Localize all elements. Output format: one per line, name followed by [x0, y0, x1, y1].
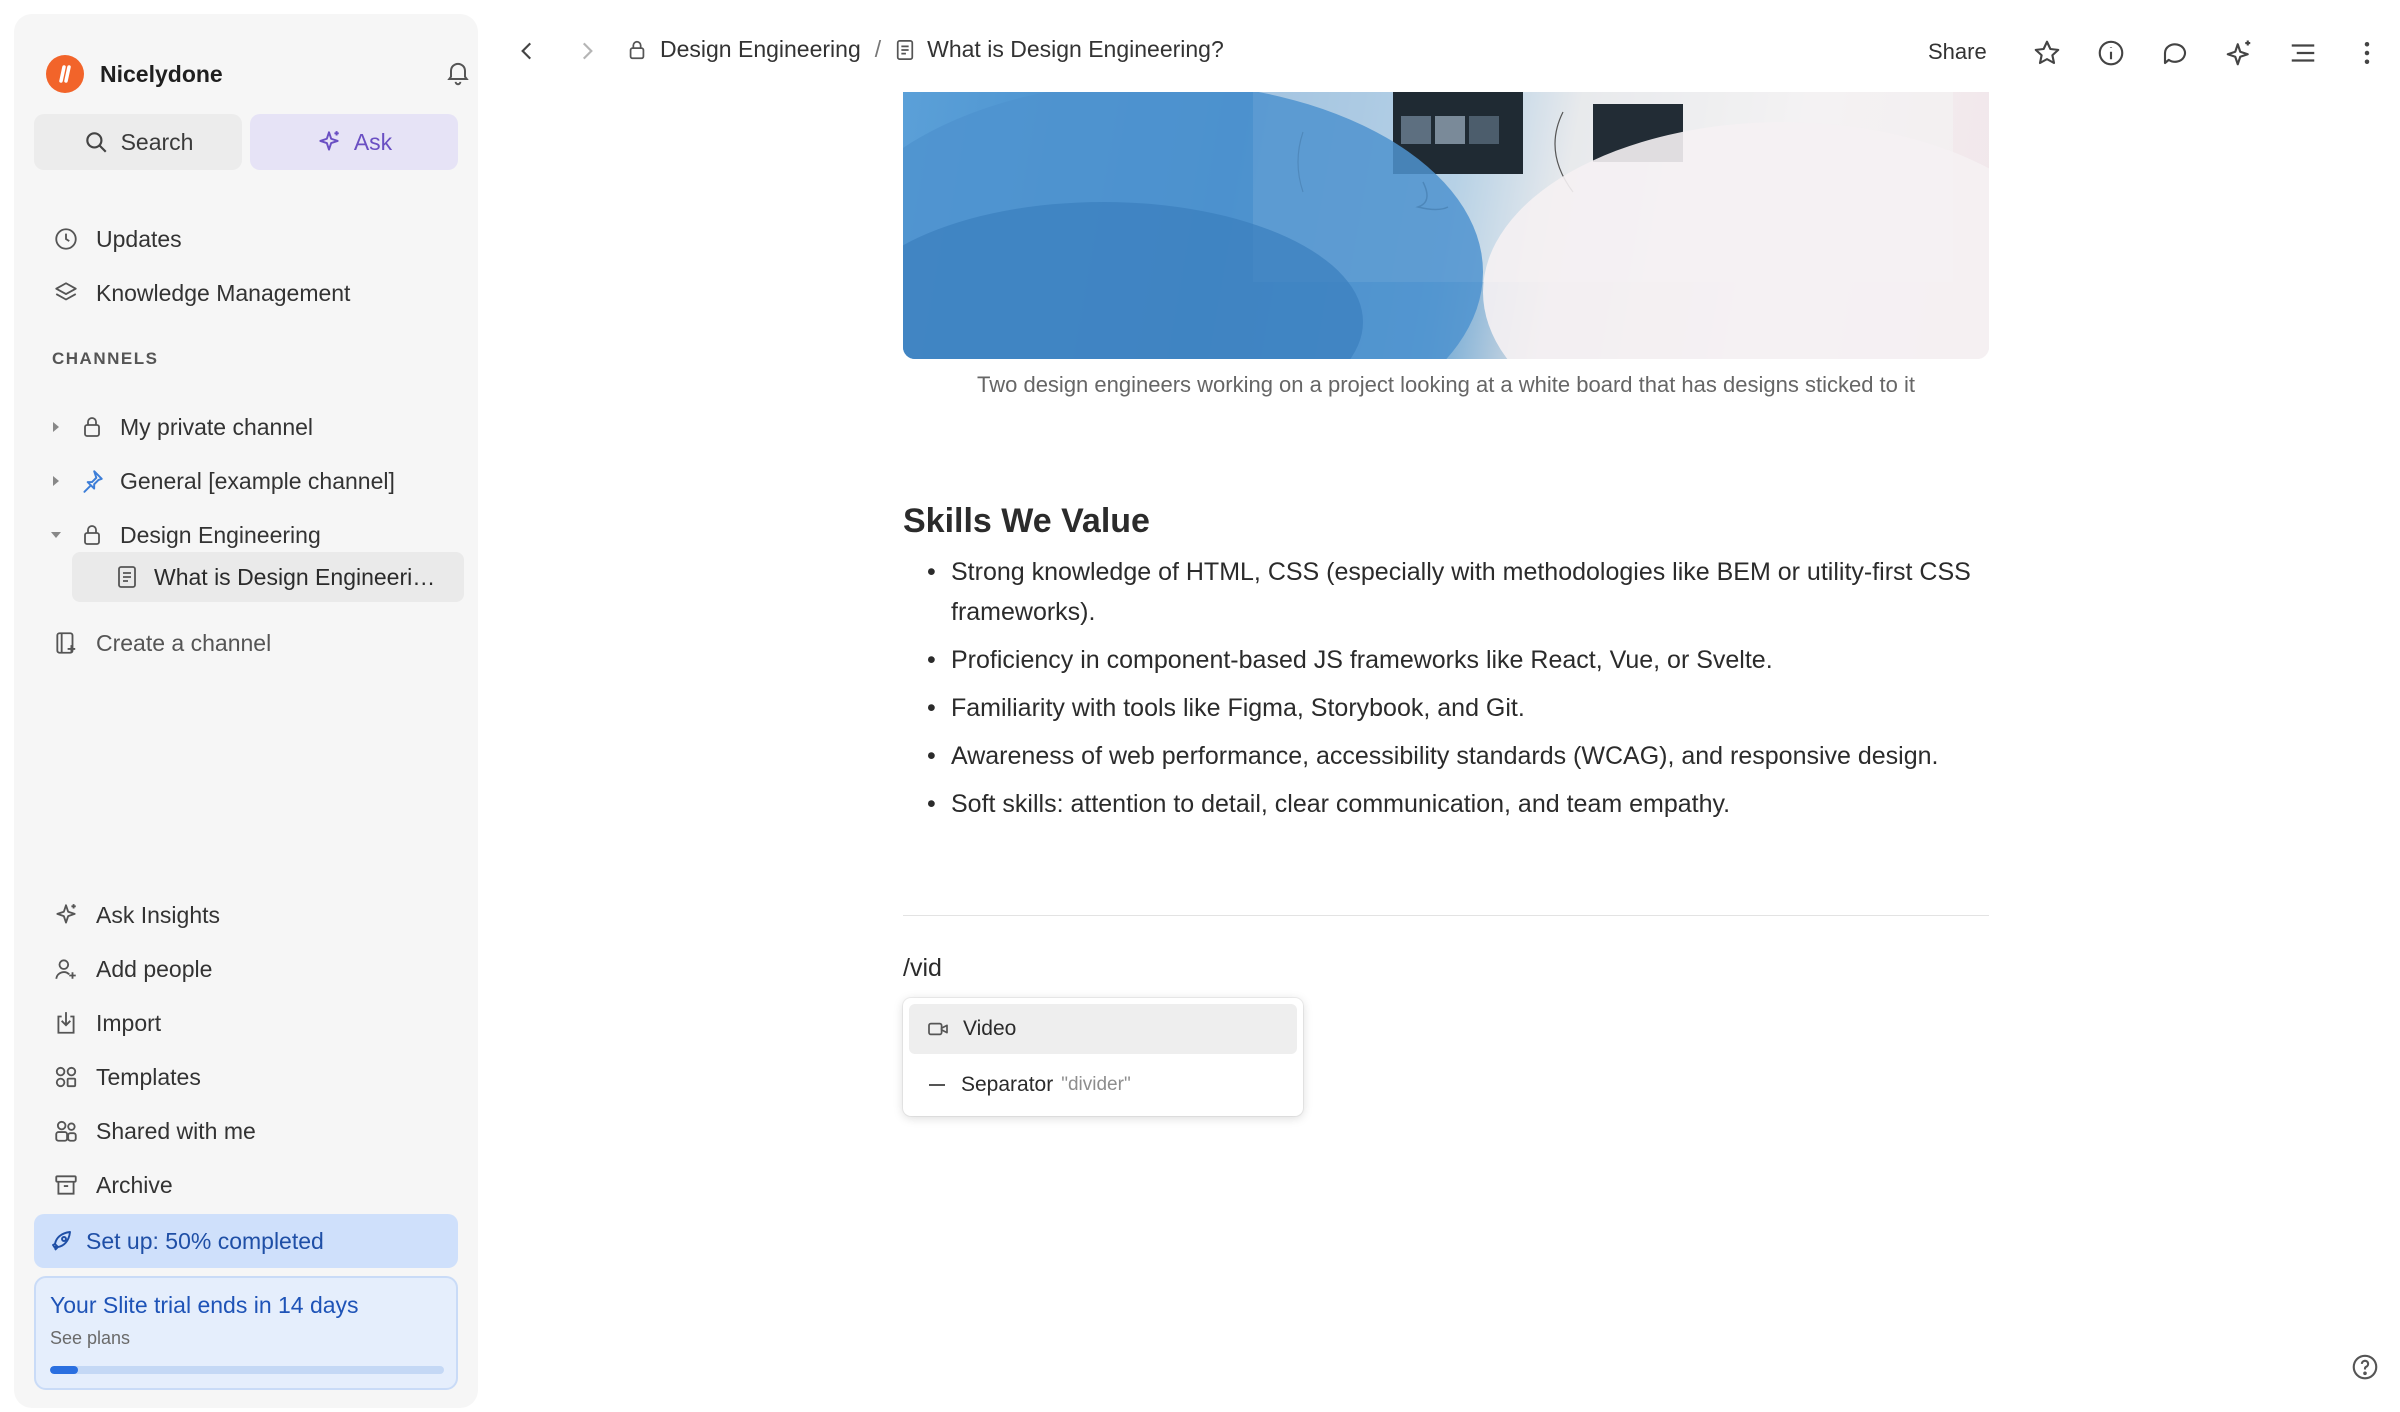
nav-item-label: Ask Insights	[96, 901, 220, 928]
menu-item-hint: "divider"	[1061, 1074, 1131, 1095]
nav-item-add-people[interactable]: Add people	[34, 944, 464, 994]
trial-banner[interactable]: Your Slite trial ends in 14 days See pla…	[34, 1276, 458, 1390]
rocket-icon	[50, 1229, 74, 1253]
breadcrumb: Design Engineering / What is Design Engi…	[626, 36, 1224, 63]
list-item: Awareness of web performance, accessibil…	[903, 736, 2003, 776]
nav-item-archive[interactable]: Archive	[34, 1160, 464, 1210]
minus-icon	[927, 1076, 947, 1094]
image-caption: Two design engineers working on a projec…	[977, 372, 1915, 397]
people-icon	[52, 1117, 80, 1145]
list-item: Soft skills: attention to detail, clear …	[903, 784, 2003, 824]
help-icon[interactable]	[2350, 1352, 2380, 1382]
list-item: Strong knowledge of HTML, CSS (especiall…	[903, 552, 2003, 632]
add-channel-icon	[52, 629, 80, 657]
trial-progress-fill	[50, 1366, 78, 1374]
trial-title: Your Slite trial ends in 14 days	[50, 1292, 359, 1318]
layers-icon	[52, 279, 80, 307]
slash-command-text[interactable]: /vid	[903, 954, 942, 983]
nav-item-label: Shared with me	[96, 1117, 256, 1144]
templates-icon	[52, 1063, 80, 1091]
nav-item-label: Knowledge Management	[96, 279, 351, 306]
setup-label: Set up: 50% completed	[86, 1227, 324, 1254]
nav-item-label: Archive	[96, 1171, 173, 1198]
ai-sparkle-icon[interactable]	[2224, 38, 2254, 68]
see-plans-link[interactable]: See plans	[50, 1328, 130, 1349]
caret-right-icon[interactable]	[50, 475, 62, 487]
nav-item-label: Templates	[96, 1063, 201, 1090]
list-item: Proficiency in component-based JS framew…	[903, 640, 2003, 680]
archive-icon	[52, 1171, 80, 1199]
list-item: Familiarity with tools like Figma, Story…	[903, 688, 2003, 728]
menu-item-label: Video	[963, 1017, 1017, 1040]
skills-list: Strong knowledge of HTML, CSS (especiall…	[903, 552, 2003, 832]
document-icon	[116, 565, 138, 589]
document-icon	[895, 39, 915, 61]
nav-item-label: Add people	[96, 955, 213, 982]
comment-icon[interactable]	[2160, 38, 2190, 68]
trial-progress-bar	[50, 1366, 444, 1374]
channel-my-private-channel[interactable]: My private channel	[34, 402, 464, 452]
lock-icon	[78, 521, 106, 549]
top-bar: Design Engineering / What is Design Engi…	[500, 28, 2390, 78]
workspace-logo	[46, 55, 84, 93]
back-arrow-icon[interactable]	[514, 38, 540, 64]
search-button[interactable]: Search	[34, 114, 242, 170]
divider	[903, 915, 1989, 916]
caret-down-icon[interactable]	[50, 530, 62, 540]
menu-item-separator[interactable]: Separator "divider"	[909, 1060, 1297, 1110]
outline-icon[interactable]	[2288, 38, 2318, 68]
channels-heading: CHANNELS	[52, 349, 159, 368]
channel-label: Design Engineering	[120, 521, 321, 548]
workspace-name: Nicelydone	[100, 60, 223, 87]
channel-general[interactable]: General [example channel]	[34, 456, 464, 506]
nav-item-ask-insights[interactable]: Ask Insights	[34, 890, 464, 940]
add-user-icon	[52, 955, 80, 983]
ask-button[interactable]: Ask	[250, 114, 458, 170]
share-button[interactable]: Share	[1928, 39, 1987, 65]
menu-item-video[interactable]: Video	[909, 1004, 1297, 1054]
create-channel-button[interactable]: Create a channel	[34, 618, 464, 668]
video-icon	[927, 1020, 949, 1038]
breadcrumb-separator: /	[874, 36, 882, 62]
channel-label: General [example channel]	[120, 467, 395, 494]
star-icon[interactable]	[2032, 38, 2062, 68]
nav-item-shared-with-me[interactable]: Shared with me	[34, 1106, 464, 1156]
nav-item-import[interactable]: Import	[34, 998, 464, 1048]
search-label: Search	[120, 128, 194, 155]
ask-label: Ask	[353, 128, 393, 155]
nav-item-updates[interactable]: Updates	[34, 214, 464, 264]
sidebar-page-what-is-design-engineering[interactable]: What is Design Engineering?	[72, 552, 464, 602]
nav-item-label: Import	[96, 1009, 162, 1036]
caret-right-icon[interactable]	[50, 421, 62, 433]
create-channel-label: Create a channel	[96, 629, 272, 656]
sidebar: Nicelydone Search Ask Updates Knowledge …	[14, 14, 478, 1408]
lock-icon	[78, 413, 106, 441]
more-options-icon[interactable]	[2352, 38, 2382, 68]
sparkle-icon	[52, 901, 80, 929]
bell-icon[interactable]	[444, 58, 472, 86]
clock-icon	[52, 225, 80, 253]
breadcrumb-page[interactable]: What is Design Engineering?	[927, 36, 1224, 63]
menu-item-label: Separator	[961, 1073, 1054, 1096]
import-icon	[52, 1009, 80, 1037]
forward-arrow-icon[interactable]	[574, 38, 600, 64]
nav-item-templates[interactable]: Templates	[34, 1052, 464, 1102]
setup-progress-button[interactable]: Set up: 50% completed	[34, 1214, 458, 1268]
nav-item-knowledge-management[interactable]: Knowledge Management	[34, 268, 464, 318]
section-heading: Skills We Value	[903, 502, 1150, 540]
info-icon[interactable]	[2096, 38, 2126, 68]
search-icon	[83, 129, 109, 155]
workspace-header[interactable]: Nicelydone	[46, 54, 472, 94]
page-label: What is Design Engineering?	[154, 563, 436, 590]
pin-icon	[78, 467, 106, 495]
sparkle-icon	[316, 129, 342, 155]
slash-command-menu: Video Separator "divider"	[903, 998, 1303, 1116]
lock-icon	[626, 38, 648, 62]
breadcrumb-channel[interactable]: Design Engineering	[660, 36, 861, 63]
nav-item-label: Updates	[96, 225, 182, 252]
channel-label: My private channel	[120, 413, 314, 440]
hero-image[interactable]	[903, 92, 1989, 359]
